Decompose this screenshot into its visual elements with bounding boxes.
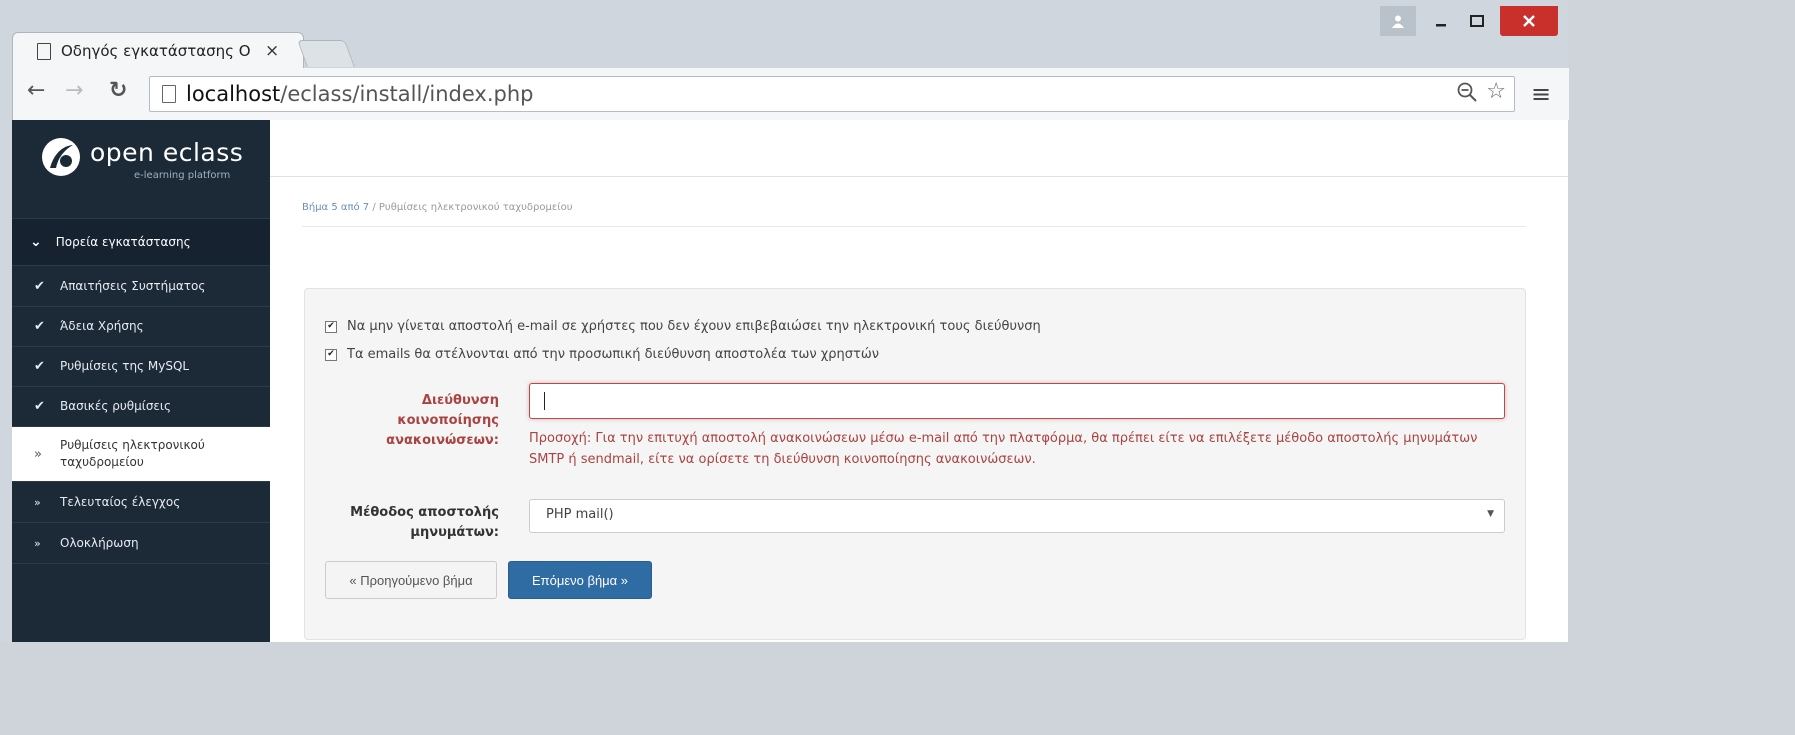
dropdown-arrow-icon: ▼	[1487, 509, 1494, 519]
menu-icon[interactable]: ≡	[1531, 80, 1551, 108]
sidebar-item-email-settings[interactable]: » Ρυθμίσεις ηλεκτρονικού ταχυδρομείου	[12, 427, 270, 482]
sidebar-heading[interactable]: ⌄ Πορεία εγκατάστασης	[12, 218, 270, 266]
check-icon: ✔	[34, 318, 45, 334]
chevron-down-icon: ⌄	[30, 234, 42, 250]
address-bar[interactable]: localhost/eclass/install/index.php ☆	[149, 76, 1515, 112]
divider	[302, 226, 1526, 227]
user-profile-icon[interactable]	[1380, 6, 1416, 36]
check-icon: ✔	[34, 398, 45, 414]
checkbox-unverified[interactable]: ✔	[325, 320, 337, 333]
sidebar-item-completion[interactable]: » Ολοκλήρωση	[12, 523, 270, 564]
eclass-logo-icon	[42, 138, 80, 176]
breadcrumb-step[interactable]: Βήμα 5 από 7	[302, 202, 369, 213]
announcement-email-input[interactable]	[529, 383, 1505, 419]
checkbox-row-unverified[interactable]: ✔ Να μην γίνεται αποστολή e-mail σε χρήσ…	[325, 319, 1041, 334]
maximize-button[interactable]	[1460, 6, 1494, 36]
zoom-icon[interactable]	[1456, 81, 1478, 108]
browser-window: Οδηγός εγκατάστασης Ο × ← → ↻ localhost/…	[0, 0, 1569, 642]
next-step-button[interactable]: Επόμενο βήμα »	[508, 561, 652, 599]
reload-icon[interactable]: ↻	[109, 78, 127, 103]
checkbox-personal-sender[interactable]: ✔	[325, 348, 337, 361]
checkbox-row-personal-sender[interactable]: ✔ Τα emails θα στέλνονται από την προσωπ…	[325, 347, 879, 362]
browser-toolbar: ← → ↻ localhost/eclass/install/index.php…	[12, 68, 1569, 120]
email-help-text: Προσοχή: Για την επιτυχή αποστολή ανακοι…	[529, 431, 1478, 467]
double-chevron-right-icon: »	[34, 446, 42, 462]
previous-step-button[interactable]: « Προηγούμενο βήμα	[325, 561, 497, 599]
tab-title: Οδηγός εγκατάστασης Ο	[61, 42, 251, 60]
page-icon	[37, 42, 51, 60]
page-content: open eclass e-learning platform ⌄ Πορεία…	[12, 120, 1568, 642]
logo-tagline: e-learning platform	[134, 170, 231, 181]
tab-close-icon[interactable]: ×	[265, 41, 279, 61]
new-tab-button[interactable]	[297, 40, 355, 67]
email-field-label: Διεύθυνση κοινοποίησης ανακοινώσεων:	[386, 393, 499, 448]
sidebar-item-license[interactable]: ✔ Άδεια Χρήσης	[12, 306, 270, 347]
bookmark-star-icon[interactable]: ☆	[1486, 79, 1506, 104]
sidebar-item-mysql[interactable]: ✔ Ρυθμίσεις της MySQL	[12, 346, 270, 387]
check-icon: ✔	[34, 358, 45, 374]
sidebar-item-system-requirements[interactable]: ✔ Απαιτήσεις Συστήματος	[12, 266, 270, 307]
double-chevron-right-icon: »	[34, 495, 41, 509]
breadcrumb-current: Ρυθμίσεις ηλεκτρονικού ταχυδρομείου	[378, 202, 573, 213]
forward-arrow-icon[interactable]: →	[65, 78, 83, 103]
checkbox-label: Να μην γίνεται αποστολή e-mail σε χρήστε…	[347, 319, 1041, 334]
url-text[interactable]: localhost/eclass/install/index.php	[186, 82, 534, 106]
double-chevron-right-icon: »	[34, 536, 41, 550]
minimize-button[interactable]	[1424, 6, 1458, 36]
breadcrumb-separator: /	[372, 202, 376, 213]
text-caret	[544, 392, 545, 410]
logo-text: open eclass	[90, 138, 244, 167]
page-icon	[162, 85, 176, 103]
browser-tab[interactable]: Οδηγός εγκατάστασης Ο ×	[12, 32, 304, 69]
sidebar-item-basic-settings[interactable]: ✔ Βασικές ρυθμίσεις	[12, 386, 270, 427]
sidebar-item-final-check[interactable]: » Τελευταίος έλεγχος	[12, 482, 270, 523]
settings-form-panel: ✔ Να μην γίνεται αποστολή e-mail σε χρήσ…	[304, 288, 1526, 640]
check-icon: ✔	[34, 278, 45, 294]
send-method-label: Μέθοδος αποστολής μηνυμάτων:	[350, 505, 499, 540]
logo[interactable]: open eclass e-learning platform	[40, 134, 260, 194]
send-method-select[interactable]: PHP mail() ▼	[529, 499, 1505, 533]
sidebar: open eclass e-learning platform ⌄ Πορεία…	[12, 120, 270, 642]
top-bar	[270, 120, 1568, 177]
checkbox-label: Τα emails θα στέλνονται από την προσωπικ…	[347, 347, 879, 362]
back-arrow-icon[interactable]: ←	[27, 78, 45, 103]
close-window-button[interactable]	[1500, 6, 1558, 36]
send-method-value: PHP mail()	[546, 507, 614, 522]
breadcrumb: Βήμα 5 από 7 / Ρυθμίσεις ηλεκτρονικού τα…	[302, 202, 573, 213]
